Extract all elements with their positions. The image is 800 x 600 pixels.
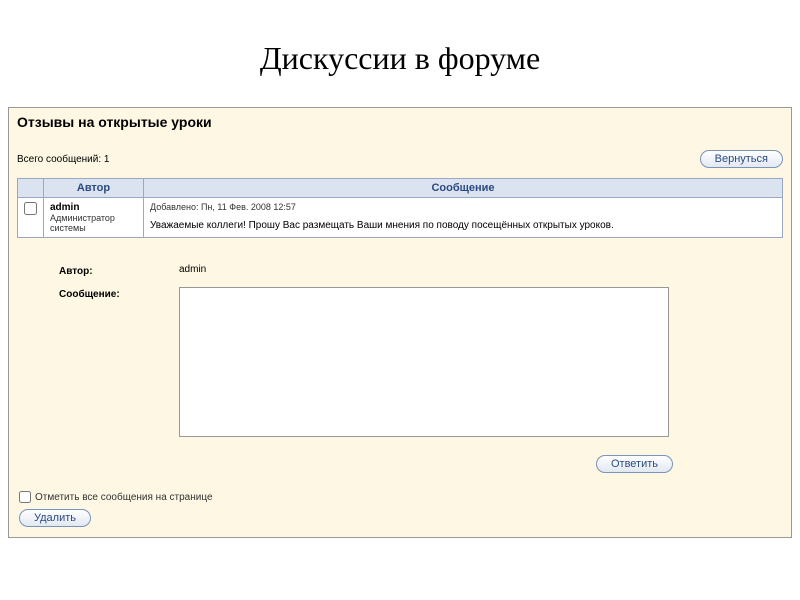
panel-header: Отзывы на открытые уроки [9,108,791,136]
reply-button[interactable]: Ответить [596,455,673,473]
author-name: admin [50,202,137,213]
mark-all-text: Отметить все сообщения на странице [35,492,213,503]
page-title: Дискуссии в форуме [0,0,800,107]
table-row: admin Администратор системы Добавлено: П… [18,198,783,238]
col-author-header: Автор [44,179,144,198]
posts-table: Автор Сообщение admin Администратор сист… [17,178,783,238]
meta-row: Всего сообщений: 1 Вернуться [9,136,791,174]
row-checkbox[interactable] [24,202,37,215]
reply-form: Автор: admin Сообщение: [9,246,791,453]
message-label: Сообщение: [59,287,179,437]
post-body: Уважаемые коллеги! Прошу Вас размещать В… [150,220,776,231]
col-message-header: Сообщение [144,179,783,198]
footer-controls: Отметить все сообщения на странице Удали… [9,483,791,537]
mark-all-checkbox[interactable] [19,491,31,503]
mark-all-label[interactable]: Отметить все сообщения на странице [19,491,781,503]
forum-panel: Отзывы на открытые уроки Всего сообщений… [8,107,792,538]
col-check-header [18,179,44,198]
message-count: Всего сообщений: 1 [17,154,109,165]
delete-button[interactable]: Удалить [19,509,91,527]
post-date: Добавлено: Пн, 11 Фев. 2008 12:57 [150,202,776,212]
back-button[interactable]: Вернуться [700,150,783,168]
author-label: Автор: [59,264,179,277]
author-value: admin [179,264,206,277]
author-role: Администратор системы [50,213,137,233]
message-textarea[interactable] [179,287,669,437]
